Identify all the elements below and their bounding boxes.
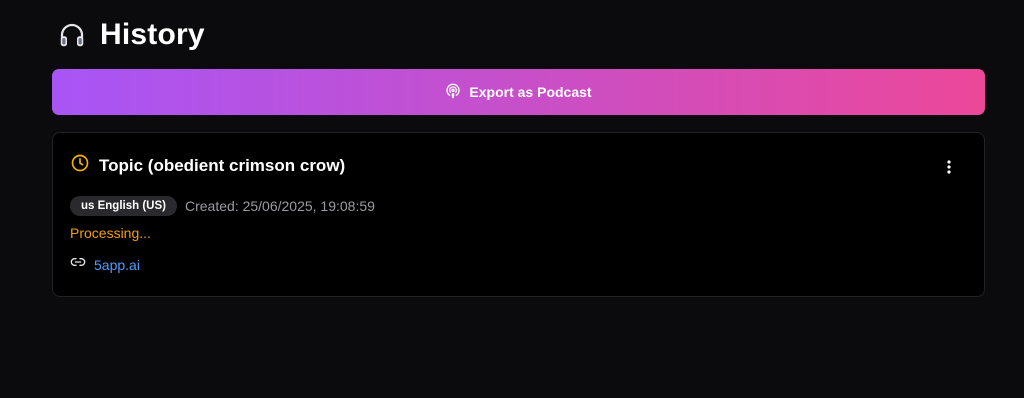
language-badge: us English (US)	[70, 196, 177, 216]
page-title: History	[100, 18, 205, 51]
export-podcast-button[interactable]: Export as Podcast	[52, 69, 985, 115]
source-link-row: 5app.ai	[70, 254, 140, 275]
headphones-icon	[56, 19, 88, 51]
history-page: History Export as Podcast Topic (obedien…	[0, 0, 1024, 398]
status-text: Processing...	[70, 225, 151, 241]
card-title-row: Topic (obedient crimson crow)	[70, 153, 345, 178]
clock-icon	[70, 153, 90, 178]
source-link[interactable]: 5app.ai	[94, 257, 140, 273]
card-meta-row: us English (US) Created: 25/06/2025, 19:…	[70, 196, 375, 216]
created-timestamp: Created: 25/06/2025, 19:08:59	[184, 198, 375, 214]
link-icon	[70, 254, 86, 275]
export-podcast-label: Export as Podcast	[469, 84, 592, 100]
more-options-button[interactable]	[942, 159, 956, 179]
history-item-card: Topic (obedient crimson crow) us English…	[52, 132, 985, 297]
podcast-icon	[445, 83, 461, 102]
page-header: History	[56, 14, 205, 56]
more-vertical-icon	[947, 159, 951, 179]
card-title: Topic (obedient crimson crow)	[99, 155, 346, 175]
